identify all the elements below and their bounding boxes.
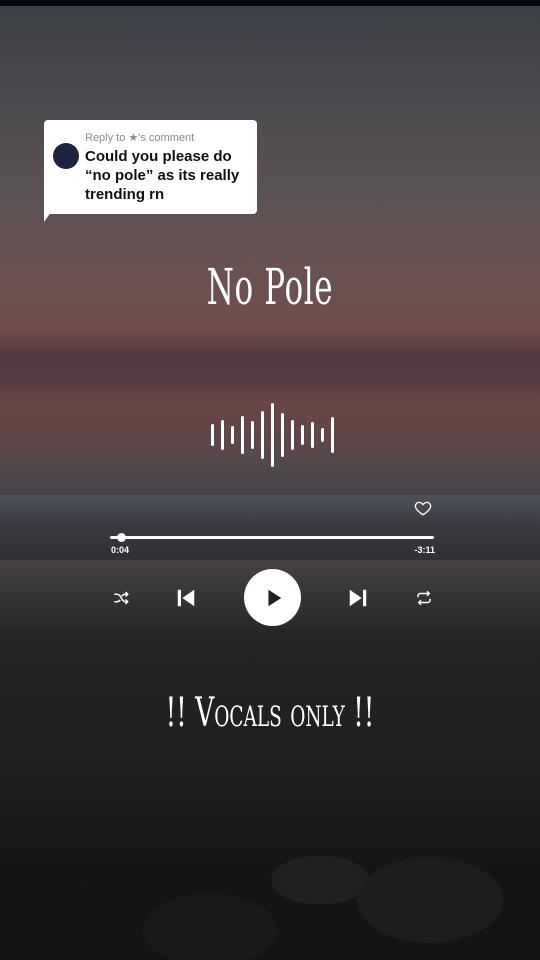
foreground-rocks [0,760,540,960]
waveform-bar [301,425,304,445]
previous-button[interactable] [174,586,198,610]
sea-horizon [0,495,540,525]
next-button[interactable] [346,586,370,610]
shuffle-button[interactable] [110,588,132,608]
avatar [53,143,79,169]
progress-bar[interactable] [110,533,434,542]
waveform-bar [211,424,214,446]
waveform-bar [321,428,324,442]
song-title: No Pole [206,258,334,316]
play-icon [267,589,281,606]
reply-comment-bubble[interactable]: Reply to ★'s comment Could you please do… [44,120,257,214]
skip-next-icon [349,589,367,607]
waveform-bar [221,420,224,450]
remaining-time: -3:11 [414,545,435,555]
waveform-bar [291,420,294,450]
shuffle-icon [114,591,129,605]
waveform-icon [205,400,335,470]
waveform-bar [231,426,234,444]
waveform-bar [241,416,244,454]
waveform-bar [271,403,274,467]
top-edge-bar [0,0,540,6]
reply-bubble-tail [44,208,54,222]
caption-text: !! Vocals only !! [165,690,375,736]
waveform-bar [251,421,254,449]
waveform-bar [331,417,334,453]
waveform-bar [281,413,284,457]
waveform-bar [311,422,314,448]
skip-previous-icon [177,589,195,607]
repeat-icon [417,590,431,606]
play-button[interactable] [244,569,301,626]
reply-header: Reply to ★'s comment [85,132,195,144]
heart-icon[interactable] [414,499,432,517]
repeat-button[interactable] [413,588,435,608]
waveform-bar [261,411,264,459]
elapsed-time: 0:04 [111,545,130,555]
reply-comment-text: Could you please do “no pole” as its rea… [85,148,240,203]
cloud-band [0,330,540,390]
